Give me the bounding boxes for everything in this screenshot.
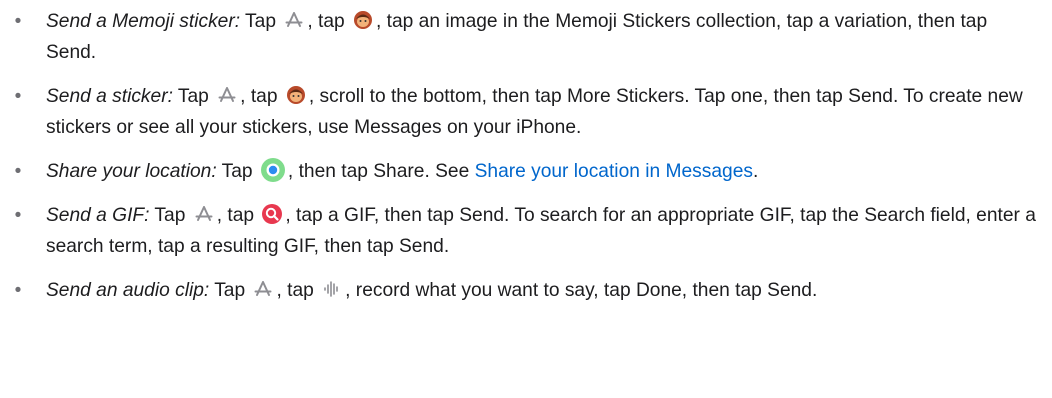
item-text: Tap (240, 11, 282, 32)
instruction-list: • Send a Memoji sticker: Tap , tap , tap… (0, 6, 1040, 319)
app-store-icon (252, 278, 274, 300)
item-lead: Send an audio clip: (46, 280, 210, 301)
app-store-icon (216, 84, 238, 106)
bullet: • (14, 161, 22, 182)
location-icon (260, 157, 286, 183)
item-text: , tap (240, 86, 283, 107)
gif-search-icon (261, 203, 283, 225)
item-text: Tap (209, 280, 251, 301)
item-text: , then tap Share. See (287, 161, 475, 182)
list-item-sticker: • Send a sticker: Tap , tap , scroll to … (0, 81, 1040, 143)
list-item-location: • Share your location: Tap , then tap Sh… (0, 156, 1040, 187)
item-text: . (752, 161, 759, 182)
bullet: • (14, 86, 22, 107)
item-lead: Send a Memoji sticker: (46, 11, 241, 32)
item-text: , tap (216, 205, 260, 226)
bullet: • (14, 280, 22, 301)
app-store-icon (283, 9, 305, 31)
bullet: • (14, 205, 22, 226)
item-text: Tap (172, 86, 215, 107)
item-text: , tap (307, 11, 350, 32)
app-store-icon (193, 203, 215, 225)
item-text: Tap (216, 161, 258, 182)
item-text: , record what you want to say, tap Done,… (345, 280, 818, 301)
list-item-audio: • Send an audio clip: Tap , tap , record… (0, 275, 1040, 306)
item-text: Tap (149, 205, 191, 226)
memoji-icon (285, 84, 307, 106)
list-item-gif: • Send a GIF: Tap , tap , tap a GIF, the… (0, 200, 1040, 262)
item-lead: Send a GIF: (46, 205, 150, 226)
memoji-icon (352, 9, 374, 31)
share-location-link[interactable]: Share your location in Messages (475, 161, 753, 182)
item-lead: Send a sticker: (46, 86, 173, 107)
waveform-icon (321, 278, 343, 300)
list-item-memoji-sticker: • Send a Memoji sticker: Tap , tap , tap… (0, 6, 1040, 68)
item-lead: Share your location: (46, 161, 217, 182)
bullet: • (14, 11, 22, 32)
item-text: , tap (276, 280, 320, 301)
